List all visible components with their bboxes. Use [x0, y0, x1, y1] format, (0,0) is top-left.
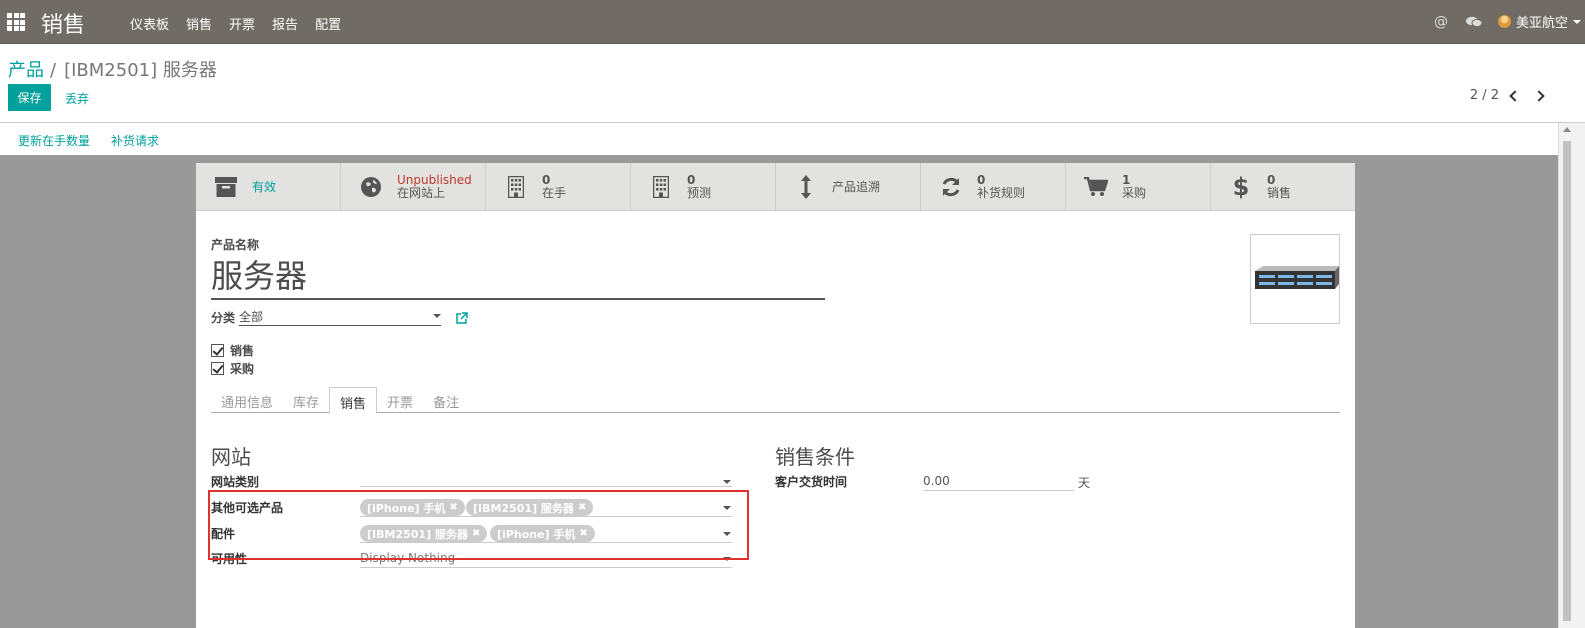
smart-button-label: 采购 — [1122, 186, 1147, 200]
smart-button-forecast[interactable]: 0 预测 — [631, 163, 776, 211]
highlight-box — [208, 490, 749, 560]
tab-sales[interactable]: 销售 — [329, 387, 378, 414]
user-menu[interactable]: 美亚航空 — [1497, 12, 1581, 31]
refresh-icon — [939, 175, 963, 199]
purchase-ok-checkbox-row[interactable]: 采购 — [211, 360, 254, 377]
globe-icon — [359, 175, 383, 199]
smart-button-reorder-rules[interactable]: 0 补货规则 — [921, 163, 1066, 211]
purchase-ok-label: 采购 — [230, 362, 255, 376]
breadcrumb-separator: / — [50, 60, 57, 81]
lead-time-value: 0.00 — [923, 474, 950, 488]
caret-down-icon — [723, 480, 731, 484]
pager-value[interactable]: 2 / 2 — [1470, 88, 1499, 103]
category-select[interactable]: 全部 — [239, 308, 442, 326]
update-qty-button[interactable]: 更新在手数量 — [18, 132, 90, 149]
product-name-input[interactable]: 服务器 — [211, 255, 825, 300]
sale-ok-checkbox[interactable] — [211, 344, 224, 357]
discard-button[interactable]: 丢弃 — [65, 90, 89, 107]
archive-icon — [214, 175, 238, 199]
smart-buttons: 有效 Unpublished 在网站上 0 在手 0 预测 产品追溯 0 补货规… — [196, 163, 1355, 211]
pager: 2 / 2 — [1470, 88, 1545, 103]
smart-button-sales[interactable]: $ 0 销售 — [1211, 163, 1355, 211]
caret-down-icon — [1573, 19, 1581, 24]
category-field: 分类 全部 — [211, 308, 442, 326]
sale-ok-label: 销售 — [230, 344, 255, 358]
category-value: 全部 — [239, 310, 264, 324]
smart-button-active[interactable]: 有效 — [196, 163, 341, 211]
server-image-icon — [1255, 266, 1339, 289]
lead-time-unit: 天 — [1078, 476, 1091, 490]
chevron-right-icon[interactable] — [1533, 89, 1545, 102]
smart-button-on-hand[interactable]: 0 在手 — [486, 163, 631, 211]
dollar-icon: $ — [1232, 173, 1250, 201]
smart-button-label: 预测 — [687, 186, 712, 200]
main-menu: 仪表板 销售 开票 报告 配置 — [130, 14, 358, 33]
scroll-up-icon[interactable] — [1563, 127, 1571, 132]
lead-time-label: 客户交货时间 — [775, 475, 848, 489]
smart-button-label: 在网站上 — [397, 186, 446, 200]
smart-button-label: 销售 — [1267, 186, 1292, 200]
sale-ok-checkbox-row[interactable]: 销售 — [211, 342, 254, 359]
smart-button-label: 补货规则 — [977, 186, 1026, 200]
smart-button-purchases[interactable]: 1 采购 — [1066, 163, 1211, 211]
caret-down-icon — [433, 314, 442, 318]
apps-grid-icon[interactable] — [7, 13, 25, 31]
breadcrumb-products-link[interactable]: 产品 — [8, 56, 44, 82]
save-button[interactable]: 保存 — [8, 84, 51, 111]
smart-button-value: 产品追溯 — [832, 179, 881, 194]
navbar-systray: @ 美亚航空 — [1434, 12, 1585, 31]
building-icon — [649, 175, 673, 199]
avatar — [1497, 15, 1511, 28]
replenish-button[interactable]: 补货请求 — [111, 132, 159, 149]
arrows-v-icon — [794, 175, 818, 199]
sale-conditions-title: 销售条件 — [775, 445, 855, 469]
top-navbar: 销售 仪表板 销售 开票 报告 配置 @ 美亚航空 — [0, 0, 1585, 44]
cart-icon — [1084, 175, 1108, 199]
tab-general-info[interactable]: 通用信息 — [211, 387, 283, 412]
tab-inventory[interactable]: 库存 — [283, 387, 329, 412]
website-section-title: 网站 — [211, 445, 251, 469]
form-tabs: 通用信息 库存 销售 开票 备注 — [211, 387, 1340, 414]
tab-invoicing[interactable]: 开票 — [377, 387, 423, 412]
menu-item-sales[interactable]: 销售 — [186, 14, 212, 33]
smart-button-value: 有效 — [252, 179, 277, 194]
tab-notes[interactable]: 备注 — [423, 387, 469, 412]
smart-button-website[interactable]: Unpublished 在网站上 — [341, 163, 486, 211]
product-image[interactable] — [1250, 234, 1340, 324]
form-header: 更新在手数量 补货请求 — [0, 123, 1558, 155]
chat-icon[interactable] — [1465, 16, 1482, 28]
menu-item-dashboard[interactable]: 仪表板 — [130, 14, 169, 33]
external-link-icon[interactable] — [456, 312, 468, 324]
menu-item-reporting[interactable]: 报告 — [272, 14, 298, 33]
app-title: 销售 — [41, 13, 86, 38]
scrollbar-thumb[interactable] — [1563, 141, 1571, 621]
building-icon — [504, 175, 528, 199]
user-name: 美亚航空 — [1515, 16, 1568, 31]
breadcrumb-current: [IBM2501] 服务器 — [64, 60, 217, 81]
breadcrumb: 产品 / [IBM2501] 服务器 — [8, 56, 217, 82]
vertical-scrollbar[interactable] — [1558, 123, 1585, 628]
website-category-select[interactable] — [360, 469, 732, 487]
at-mention-icon[interactable]: @ — [1434, 14, 1448, 30]
menu-item-invoicing[interactable]: 开票 — [229, 14, 255, 33]
website-category-label: 网站类别 — [211, 475, 260, 489]
smart-button-label: 在手 — [542, 186, 567, 200]
smart-button-traceability[interactable]: 产品追溯 — [776, 163, 921, 211]
category-label: 分类 — [211, 310, 236, 325]
product-name-label: 产品名称 — [211, 238, 260, 252]
chevron-left-icon[interactable] — [1509, 89, 1521, 102]
purchase-ok-checkbox[interactable] — [211, 362, 224, 375]
menu-item-configuration[interactable]: 配置 — [315, 14, 341, 33]
